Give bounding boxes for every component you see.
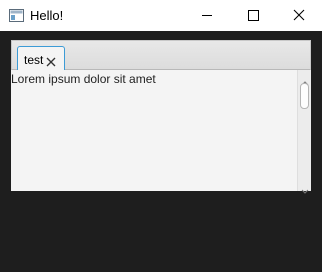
close-button[interactable]: [276, 0, 322, 31]
text-area[interactable]: Lorem ipsum dolor sit amet: [11, 70, 297, 191]
maximize-icon: [248, 10, 259, 21]
maximize-button[interactable]: [230, 0, 276, 31]
minimize-button[interactable]: [184, 0, 230, 31]
close-icon: [293, 9, 305, 21]
minimize-icon: [202, 15, 212, 16]
tab-header: test: [11, 40, 311, 72]
app-icon: [9, 9, 24, 22]
tab-pane: test Lorem ipsum dolor sit amet: [11, 40, 311, 194]
window-title: Hello!: [30, 8, 64, 23]
vertical-scrollbar[interactable]: [297, 70, 311, 194]
scroll-down-icon[interactable]: [301, 182, 309, 194]
text-content: Lorem ipsum dolor sit amet: [11, 72, 156, 86]
scroll-up-icon[interactable]: [301, 73, 309, 86]
scroll-thumb[interactable]: [300, 83, 309, 109]
title-bar[interactable]: Hello!: [0, 0, 322, 31]
tab-test[interactable]: test: [17, 46, 65, 72]
tab-label: test: [24, 53, 44, 67]
tab-content: Lorem ipsum dolor sit amet: [11, 70, 311, 194]
tab-close-icon[interactable]: [46, 54, 56, 67]
